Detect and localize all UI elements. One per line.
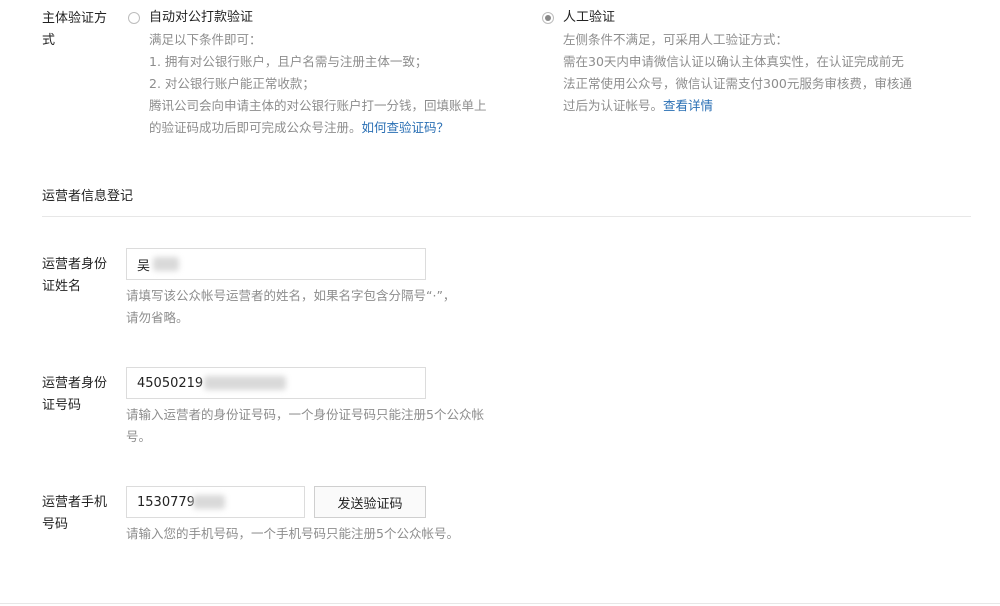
auto-verify-title[interactable]: 自动对公打款验证 [149, 8, 253, 28]
redacted-mask [153, 257, 179, 271]
manual-verify-line-last: 过后为认证帐号。查看详情 [563, 95, 963, 117]
operator-id-field [126, 367, 426, 399]
auto-verify-description: 满足以下条件即可： 1. 拥有对公银行账户，且户名需与注册主体一致； 2. 对公… [149, 29, 549, 139]
verify-method-label: 主体验证方式 [42, 11, 108, 48]
operator-name-label: 运营者身份证姓名 [42, 257, 108, 294]
send-code-button[interactable]: 发送验证码 [314, 486, 426, 518]
auto-verify-line: 2. 对公银行账户能正常收款； [149, 76, 315, 91]
manual-verify-description: 左侧条件不满足，可采用人工验证方式： 需在30天内申请微信认证以确认主体真实性，… [563, 29, 963, 117]
operator-section-title: 运营者信息登记 [42, 189, 134, 204]
manual-verify-line: 过后为认证帐号。 [563, 98, 664, 113]
operator-id-hint: 请输入运营者的身份证号码，一个身份证号码只能注册5个公众帐号。 [126, 407, 484, 444]
operator-phone-hint: 请输入您的手机号码，一个手机号码只能注册5个公众帐号。 [126, 526, 459, 541]
operator-name-hint: 请填写该公众帐号运营者的姓名，如果名字包含分隔号“·”，请勿省略。 [126, 288, 456, 325]
operator-name-field [126, 248, 426, 280]
auto-verify-line: 的验证码成功后即可完成公众号注册。 [149, 120, 362, 135]
manual-verify-line: 左侧条件不满足，可采用人工验证方式： [563, 32, 789, 47]
manual-verify-line: 需在30天内申请微信认证以确认主体真实性，在认证完成前无 [563, 54, 904, 69]
auto-verify-radio[interactable] [128, 12, 140, 24]
redacted-mask [204, 376, 286, 390]
manual-verify-radio[interactable] [542, 12, 554, 24]
auto-verify-line-last: 的验证码成功后即可完成公众号注册。如何查验证码？ [149, 117, 549, 139]
redacted-mask [193, 495, 225, 509]
how-to-check-code-link[interactable]: 如何查验证码？ [362, 120, 450, 135]
view-details-link[interactable]: 查看详情 [663, 98, 713, 113]
operator-phone-label: 运营者手机号码 [42, 495, 108, 532]
section-divider [42, 216, 971, 217]
operator-phone-field [126, 486, 305, 518]
auto-verify-line: 腾讯公司会向申请主体的对公银行账户打一分钱，回填账单上 [149, 98, 487, 113]
auto-verify-line: 满足以下条件即可： [149, 32, 262, 47]
bottom-divider [0, 603, 1000, 604]
operator-id-label: 运营者身份证号码 [42, 376, 108, 413]
auto-verify-line: 1. 拥有对公银行账户，且户名需与注册主体一致； [149, 54, 428, 69]
manual-verify-line: 法正常使用公众号，微信认证需支付300元服务审核费，审核通 [563, 76, 912, 91]
manual-verify-title[interactable]: 人工验证 [563, 8, 615, 28]
